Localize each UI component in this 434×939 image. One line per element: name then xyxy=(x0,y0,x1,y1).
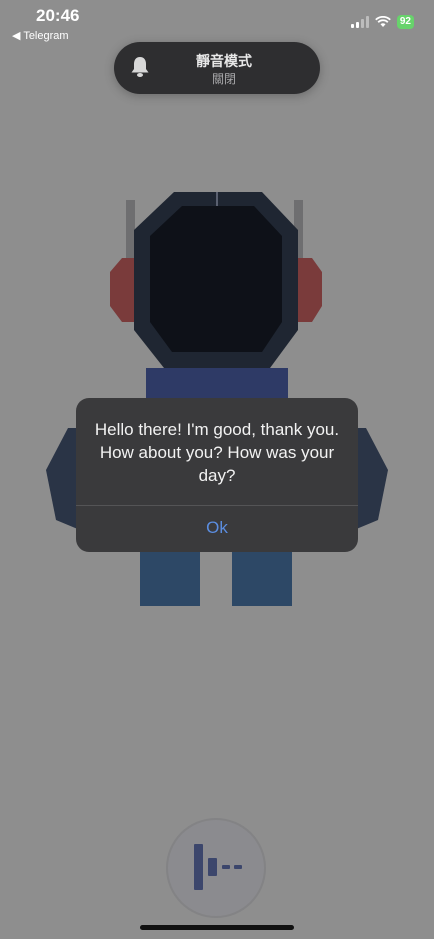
audio-bars-icon xyxy=(194,844,242,890)
voice-button[interactable] xyxy=(168,820,264,916)
ok-button[interactable]: Ok xyxy=(76,506,358,552)
home-indicator[interactable] xyxy=(140,925,294,930)
alert-message: Hello there! I'm good, thank you. How ab… xyxy=(94,420,340,485)
alert-dialog: Hello there! I'm good, thank you. How ab… xyxy=(76,398,358,552)
